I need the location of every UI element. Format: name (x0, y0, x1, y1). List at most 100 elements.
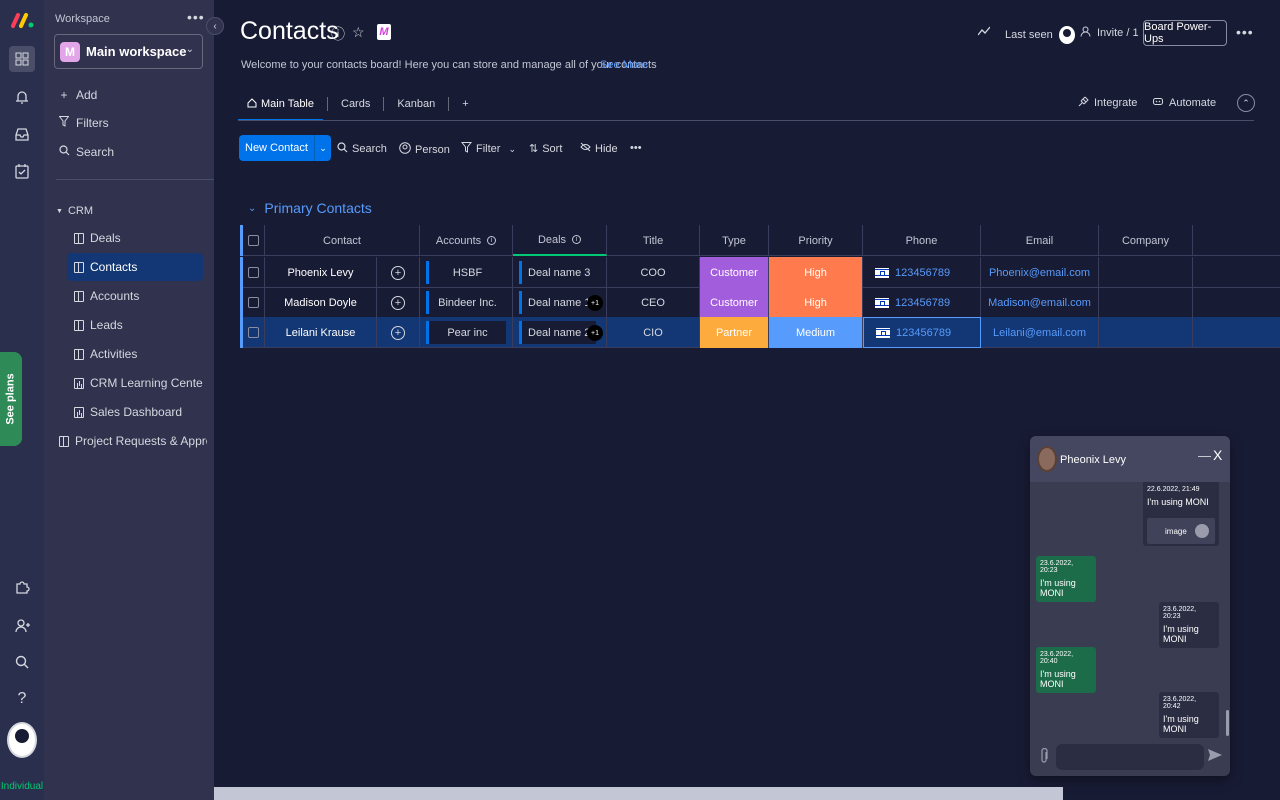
board-title[interactable]: Contacts (240, 17, 339, 46)
deals-cell[interactable]: Deal name 3 (513, 257, 607, 288)
search-button[interactable]: Search (337, 142, 387, 156)
person-filter-button[interactable]: Person (399, 142, 450, 157)
my-work-icon[interactable] (10, 159, 34, 183)
chevron-down-icon[interactable]: ⌄ (508, 144, 516, 155)
accounts-cell[interactable]: Pear inc (420, 317, 513, 348)
tab-kanban[interactable]: Kanban (388, 88, 444, 120)
paperclip-icon[interactable] (1039, 747, 1049, 767)
sidebar-item-sales-dashboard[interactable]: Sales Dashboard (67, 398, 203, 426)
filter-button[interactable]: Filter ⌄ (460, 142, 516, 156)
priority-status[interactable]: High (769, 287, 863, 318)
search-icon[interactable] (10, 650, 34, 674)
hide-button[interactable]: Hide (580, 142, 618, 155)
column-header-deals[interactable]: Deals i (513, 225, 607, 256)
activity-icon[interactable] (978, 26, 990, 36)
send-icon[interactable] (1208, 749, 1222, 764)
add-view-button[interactable]: + (453, 88, 477, 120)
info-icon[interactable]: i (572, 235, 582, 244)
sidebar-item-contacts[interactable]: Contacts (67, 253, 203, 281)
phone-link[interactable]: 123456789 (895, 267, 950, 279)
title-cell[interactable]: CEO (607, 287, 700, 318)
email-link[interactable]: Madison@email.com (981, 287, 1099, 318)
help-icon[interactable]: ? (10, 687, 34, 711)
sort-button[interactable]: ⇅ Sort (529, 142, 562, 156)
checkbox[interactable] (248, 235, 259, 246)
column-header-accounts[interactable]: Accounts i (420, 225, 513, 256)
invite-button[interactable]: Invite / 1 (1080, 26, 1139, 40)
sidebar-item-project-requests[interactable]: Project Requests & Approv... (52, 427, 207, 455)
column-header-email[interactable]: Email (981, 225, 1099, 256)
row-checkbox-cell[interactable] (243, 317, 265, 348)
title-cell[interactable]: COO (607, 257, 700, 288)
phone-cell[interactable]: 123456789 (863, 287, 981, 318)
contact-name[interactable]: Leilani Krause (265, 317, 377, 348)
row-checkbox-cell[interactable] (243, 287, 265, 318)
contact-name[interactable]: Phoenix Levy (265, 257, 377, 288)
deal-chip[interactable]: Deal name 2 (519, 321, 597, 344)
see-plans-button[interactable]: See plans (0, 352, 22, 446)
new-contact-button[interactable]: New Contact ⌄ (239, 135, 331, 161)
chevron-down-icon[interactable]: ⌄ (315, 135, 331, 161)
type-status[interactable]: Customer (700, 287, 769, 318)
board-power-ups-button[interactable]: Board Power-Ups (1143, 20, 1227, 46)
column-header-phone[interactable]: Phone (863, 225, 981, 256)
phone-link[interactable]: 123456789 (895, 297, 950, 309)
checkbox[interactable] (248, 297, 259, 308)
deals-cell[interactable]: Deal name 2 +1 (513, 317, 607, 348)
account-chip[interactable]: Bindeer Inc. (426, 291, 506, 314)
company-cell[interactable] (1099, 257, 1193, 288)
column-header-type[interactable]: Type (700, 225, 769, 256)
sidebar-item-leads[interactable]: Leads (67, 311, 203, 339)
column-header-priority[interactable]: Priority (769, 225, 863, 256)
star-icon[interactable]: ☆ (352, 24, 365, 41)
automate-button[interactable]: Automate (1152, 96, 1216, 109)
table-row[interactable]: Madison Doyle + Bindeer Inc. Deal name 1… (240, 287, 1280, 318)
company-cell[interactable] (1099, 317, 1193, 348)
deal-chip[interactable]: Deal name 1 (519, 291, 596, 314)
account-chip[interactable]: HSBF (426, 261, 506, 284)
filters-button[interactable]: Filters (58, 116, 109, 130)
priority-status[interactable]: High (769, 257, 863, 288)
more-deals-badge[interactable]: +1 (587, 325, 603, 341)
collapse-header-button[interactable]: ⌃ (1237, 94, 1255, 112)
contact-name[interactable]: Madison Doyle (265, 287, 377, 318)
accounts-cell[interactable]: HSBF (420, 257, 513, 288)
column-header-title[interactable]: Title (607, 225, 700, 256)
last-seen-button[interactable]: Last seen (1005, 26, 1075, 44)
monday-logo[interactable] (10, 10, 34, 30)
user-avatar[interactable] (7, 722, 37, 758)
table-row[interactable]: Leilani Krause + Pear inc Deal name 2 +1… (240, 317, 1280, 348)
select-all-checkbox[interactable] (243, 225, 265, 256)
download-icon[interactable] (1195, 524, 1209, 538)
sidebar-item-crm-learning-center[interactable]: CRM Learning Center (67, 369, 203, 397)
workspace-selector[interactable]: M Main workspace ⌄ (54, 34, 203, 69)
phone-link[interactable]: 123456789 (896, 327, 951, 339)
image-attachment[interactable]: image (1147, 518, 1215, 544)
deals-cell[interactable]: Deal name 1 +1 (513, 287, 607, 318)
table-row[interactable]: Phoenix Levy + HSBF Deal name 3 COO Cust… (240, 257, 1280, 288)
more-deals-badge[interactable]: +1 (587, 295, 603, 311)
group-title[interactable]: Primary Contacts (264, 200, 371, 216)
minimize-icon[interactable]: — (1198, 448, 1211, 463)
workspace-more-button[interactable]: ••• (187, 9, 205, 25)
company-cell[interactable] (1099, 287, 1193, 318)
sidebar-item-activities[interactable]: Activities (67, 340, 203, 368)
title-cell[interactable]: CIO (607, 317, 700, 348)
info-icon[interactable]: ⓘ (331, 24, 345, 44)
toolbar-more-button[interactable]: ••• (630, 142, 642, 154)
apps-icon[interactable] (9, 46, 35, 72)
checkbox[interactable] (248, 267, 259, 278)
see-more-link[interactable]: See More (600, 59, 648, 71)
folder-crm[interactable]: ▼ CRM (56, 205, 93, 217)
integrate-button[interactable]: Integrate (1078, 96, 1137, 110)
account-chip[interactable]: Pear inc (426, 321, 506, 344)
checkbox[interactable] (248, 327, 259, 338)
priority-status[interactable]: Medium (769, 317, 863, 348)
type-status[interactable]: Customer (700, 257, 769, 288)
accounts-cell[interactable]: Bindeer Inc. (420, 287, 513, 318)
chat-message-input[interactable] (1056, 744, 1204, 770)
column-header-contact[interactable]: Contact (265, 225, 420, 256)
chevron-down-icon[interactable]: ⌄ (248, 203, 256, 214)
row-checkbox-cell[interactable] (243, 257, 265, 288)
collapse-sidebar-button[interactable]: ‹ (206, 17, 224, 35)
